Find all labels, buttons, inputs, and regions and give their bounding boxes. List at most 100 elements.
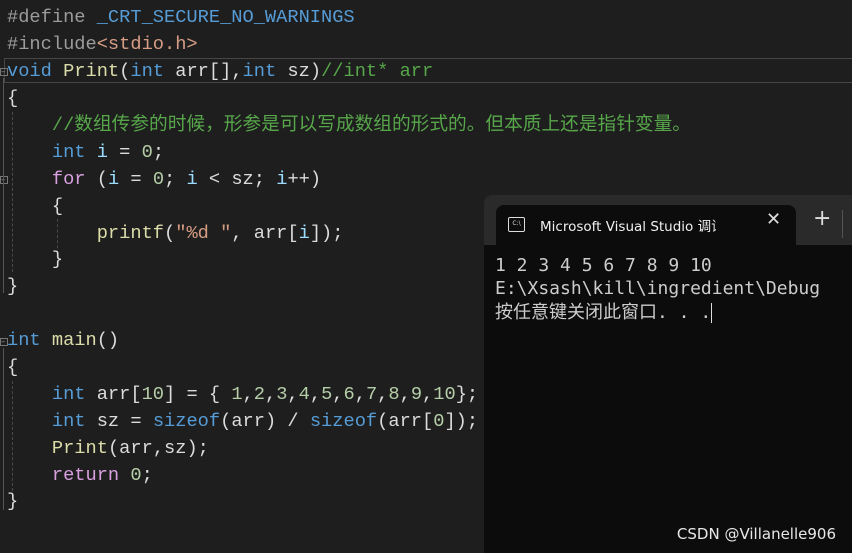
code-token: ++) (287, 168, 322, 190)
code-token: //数组传参的时候，形参是可以写成数组的形式的。但本质上还是指针变量。 (51, 114, 691, 136)
code-token: ( (96, 168, 108, 190)
code-token: { (7, 195, 64, 217)
code-token: ); (186, 437, 209, 459)
code-token: 0 (433, 410, 445, 432)
code-token: i (298, 222, 310, 244)
code-token: int (51, 141, 97, 163)
code-token: 1 (231, 383, 243, 405)
code-token: , (309, 383, 322, 405)
code-token: , (422, 383, 434, 405)
code-token: 10 (141, 383, 165, 405)
code-line: //数组传参的时候，形参是可以写成数组的形式的。但本质上还是指针变量。 (7, 112, 691, 139)
code-token: ] = { (164, 383, 232, 405)
code-token: ]); (444, 410, 479, 432)
code-token: i (186, 168, 198, 190)
fold-guide (3, 78, 4, 293)
code-token: int (130, 60, 176, 82)
text-cursor (711, 303, 713, 323)
plus-icon[interactable]: + (813, 207, 831, 231)
code-token: 9 (410, 383, 423, 405)
code-token: [], (208, 60, 243, 82)
code-token: , (264, 383, 277, 405)
code-line: int sz = sizeof(arr) / sizeof(arr[0]); (7, 408, 478, 435)
code-token: , (332, 383, 344, 405)
code-token: 0 (152, 168, 165, 190)
code-token: }; (455, 383, 479, 405)
code-token: 0 (141, 141, 153, 163)
console-tab[interactable]: C:\ Microsoft Visual Studio 调试控制台 ✕ (496, 205, 796, 245)
code-token: i (96, 141, 108, 163)
code-token: int (51, 383, 97, 405)
divider (842, 210, 843, 238)
code-token: } (7, 275, 19, 297)
code-token: ( (107, 437, 120, 459)
code-token: 3 (276, 383, 288, 405)
console-prompt: 按任意键关闭此窗口. . . (495, 302, 712, 323)
code-token: i (107, 168, 120, 190)
code-token: sizeof (152, 410, 221, 432)
debug-console-window[interactable]: C:\ Microsoft Visual Studio 调试控制台 ✕ + 1 … (484, 195, 852, 553)
code-token: Print (63, 60, 120, 82)
code-token: #include (7, 33, 97, 55)
code-token: return (51, 464, 131, 486)
code-token: 4 (298, 383, 310, 405)
fold-guide (3, 348, 4, 510)
console-output-line: E:\Xsash\kill\ingredient\Debug (495, 278, 821, 299)
code-token: ) / (264, 410, 310, 432)
code-token: , (399, 383, 411, 405)
code-token: "%d " (175, 222, 232, 244)
code-line: #include<stdio.h> (7, 31, 198, 58)
code-token: ( (220, 410, 232, 432)
code-line: int main() (7, 327, 119, 354)
console-output-line: 按任意键关闭此窗口. . . (495, 301, 713, 324)
code-token: printf (96, 222, 165, 244)
code-token: i (276, 168, 288, 190)
tab-title: Microsoft Visual Studio 调试控制台 (540, 219, 716, 235)
code-token: < (197, 168, 232, 190)
code-token: [ (422, 410, 434, 432)
code-token: <stdio.h> (96, 33, 198, 55)
code-line: { (7, 85, 18, 112)
code-line: } (7, 273, 18, 300)
code-token: arr (175, 60, 209, 82)
code-token: , (152, 437, 165, 459)
code-token: { (7, 87, 19, 109)
code-token: = (119, 410, 153, 432)
code-token: 6 (343, 383, 355, 405)
code-token: ) (309, 60, 322, 82)
code-token: arr (231, 410, 265, 432)
code-line: Print(arr,sz); (7, 435, 209, 462)
code-token: ]); (309, 222, 344, 244)
code-line: int i = 0; (7, 139, 164, 166)
close-icon[interactable]: ✕ (766, 209, 781, 230)
code-token: arr (119, 437, 153, 459)
code-token: sz (287, 60, 310, 82)
code-token: sz (231, 168, 254, 190)
code-token: arr (96, 383, 131, 405)
code-token: arr (253, 222, 288, 244)
terminal-icon: C:\ (508, 217, 525, 232)
code-token: ; (253, 168, 277, 190)
code-token: = (107, 141, 142, 163)
code-token: ( (119, 60, 131, 82)
code-token: [ (130, 383, 142, 405)
code-token: //int* arr (321, 60, 434, 82)
console-output-line: 1 2 3 4 5 6 7 8 9 10 (495, 255, 712, 276)
code-line: #define _CRT_SECURE_NO_WARNINGS (7, 4, 355, 31)
code-token: int (51, 410, 97, 432)
code-token: Print (51, 437, 108, 459)
code-token: void (7, 60, 64, 82)
code-token: sz (164, 437, 187, 459)
code-line: void Print(int arr[],int sz)//int* arr (7, 58, 433, 85)
code-token: main (51, 329, 97, 351)
code-token: , (242, 383, 254, 405)
code-token: for (51, 168, 97, 190)
code-token: , (377, 383, 389, 405)
code-token: ; (152, 141, 165, 163)
code-line: printf("%d ", arr[i]); (7, 220, 344, 247)
code-token: #define (7, 6, 97, 28)
